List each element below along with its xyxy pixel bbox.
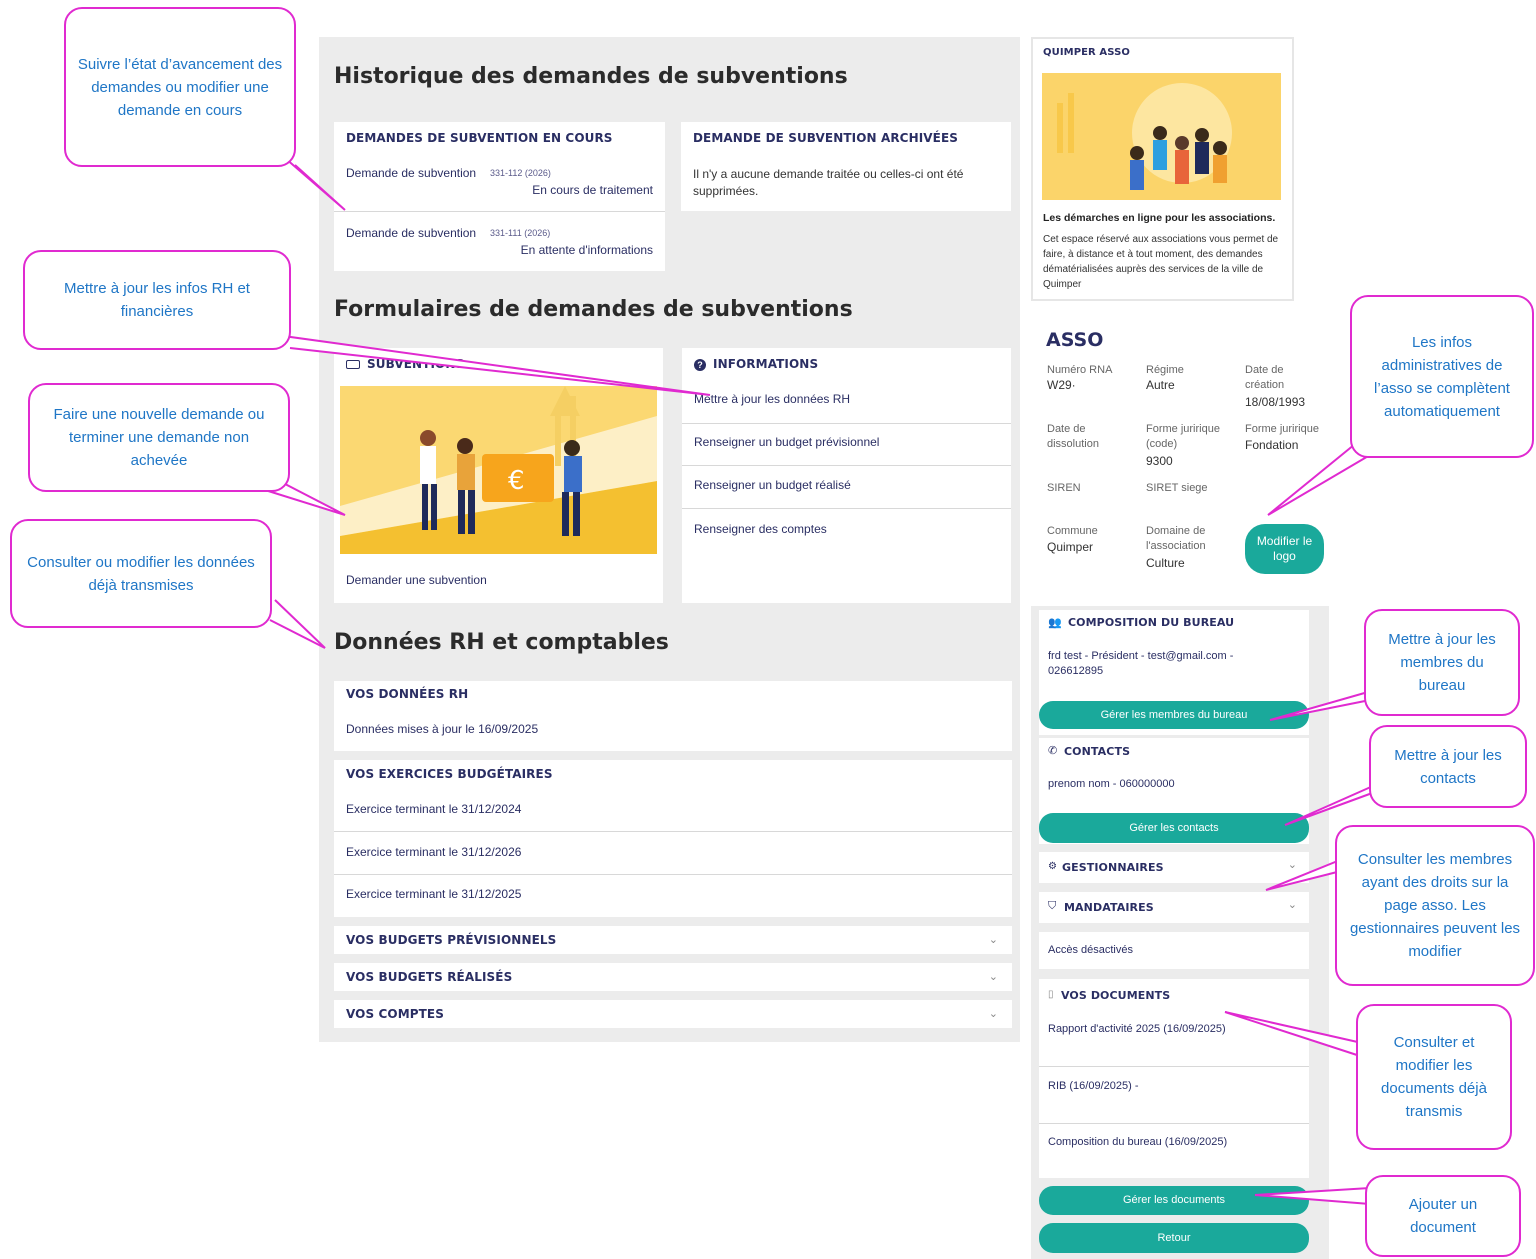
callout-ajouter: Ajouter un document [1365,1175,1521,1257]
callout-bureau: Mettre à jour les membres du bureau [1364,609,1520,716]
callout-rh: Mettre à jour les infos RH et financière… [23,250,291,350]
callout-documents: Consulter et modifier les documents déjà… [1356,1004,1512,1150]
callout-consulter: Consulter ou modifier les données déjà t… [10,519,272,628]
callout-membres: Consulter les membres ayant des droits s… [1335,825,1535,986]
callout-pointers [239,144,1383,1205]
callout-suivre: Suivre l’état d’avancement des demandes … [64,7,296,167]
callout-nouvelle: Faire une nouvelle demande ou terminer u… [28,383,290,492]
callout-contacts: Mettre à jour les contacts [1369,725,1527,808]
callout-admin: Les infos administratives de l’asso se c… [1350,295,1534,458]
